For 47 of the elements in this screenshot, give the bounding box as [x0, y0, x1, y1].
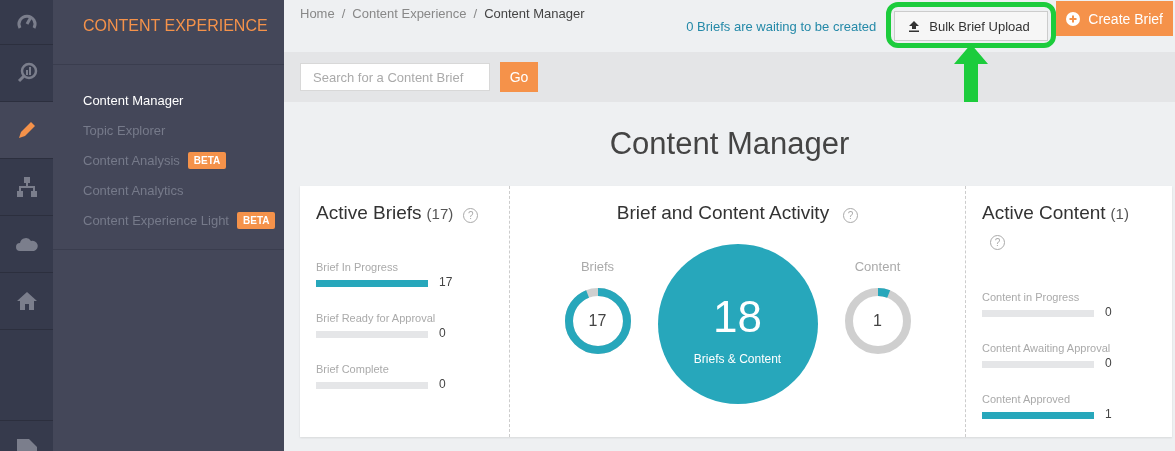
chart-search-icon — [15, 62, 38, 84]
count-label: (1) — [1110, 205, 1129, 222]
donut-label: Briefs — [580, 258, 615, 274]
donut-chart — [562, 285, 633, 356]
donut-chart — [842, 285, 913, 356]
card-title: Active Content — [982, 202, 1106, 224]
metric-value: 17 — [439, 275, 453, 291]
cloud-icon — [15, 237, 38, 251]
total-label: Briefs & Content — [693, 352, 782, 366]
metric-label: Brief Ready for Approval — [316, 312, 436, 324]
metric-value: 0 — [1105, 356, 1112, 372]
beta-badge: BETA — [187, 151, 227, 169]
metric-label: Brief Complete — [316, 363, 389, 375]
breadcrumb-link[interactable]: Content Experience — [352, 6, 467, 52]
waiting-briefs-link[interactable]: 0 Briefs are waiting to be created — [686, 19, 877, 34]
metric-value: 0 — [1105, 305, 1112, 321]
breadcrumb-link[interactable]: Home — [300, 6, 335, 52]
metric-value: 0 — [439, 326, 446, 342]
section-title: CONTENT EXPERIENCE — [83, 17, 268, 34]
donut-value: 1 — [873, 310, 882, 331]
metric-value: 0 — [439, 377, 446, 393]
count-label: (17) — [426, 205, 454, 222]
total-value: 18 — [713, 292, 762, 342]
plus-circle-icon — [1066, 11, 1081, 26]
sitemap-icon — [15, 176, 38, 198]
breadcrumb-separator: / — [473, 6, 478, 23]
upload-icon — [909, 20, 920, 32]
search-field[interactable]: Search for a Content Brief — [300, 63, 490, 91]
metric-label: Content in Progress — [982, 291, 1080, 303]
donut-value: 17 — [588, 310, 607, 331]
card-title: Brief and Content Activity — [616, 202, 830, 224]
metric-label: Content Awaiting Approval — [982, 342, 1111, 354]
metric-label: Content Approved — [982, 393, 1071, 405]
beta-badge: BETA — [237, 211, 276, 229]
tag-icon — [16, 439, 37, 451]
go-button[interactable]: Go — [500, 62, 538, 92]
bulk-upload-button[interactable]: Bulk Brief Upload — [894, 11, 1049, 41]
create-brief-button[interactable]: Create Brief — [1056, 1, 1173, 36]
card-title: Active Briefs — [316, 202, 422, 224]
breadcrumb-separator: / — [341, 6, 346, 23]
page-title: Content Manager — [608, 125, 851, 163]
home-icon — [16, 292, 37, 310]
sidebar-item[interactable]: Content Manager — [83, 92, 184, 108]
metric-value: 1 — [1105, 407, 1112, 423]
donut-label: Content — [854, 258, 901, 274]
metric-label: Brief In Progress — [316, 261, 398, 273]
breadcrumb-link[interactable]: Content Manager — [484, 6, 585, 52]
